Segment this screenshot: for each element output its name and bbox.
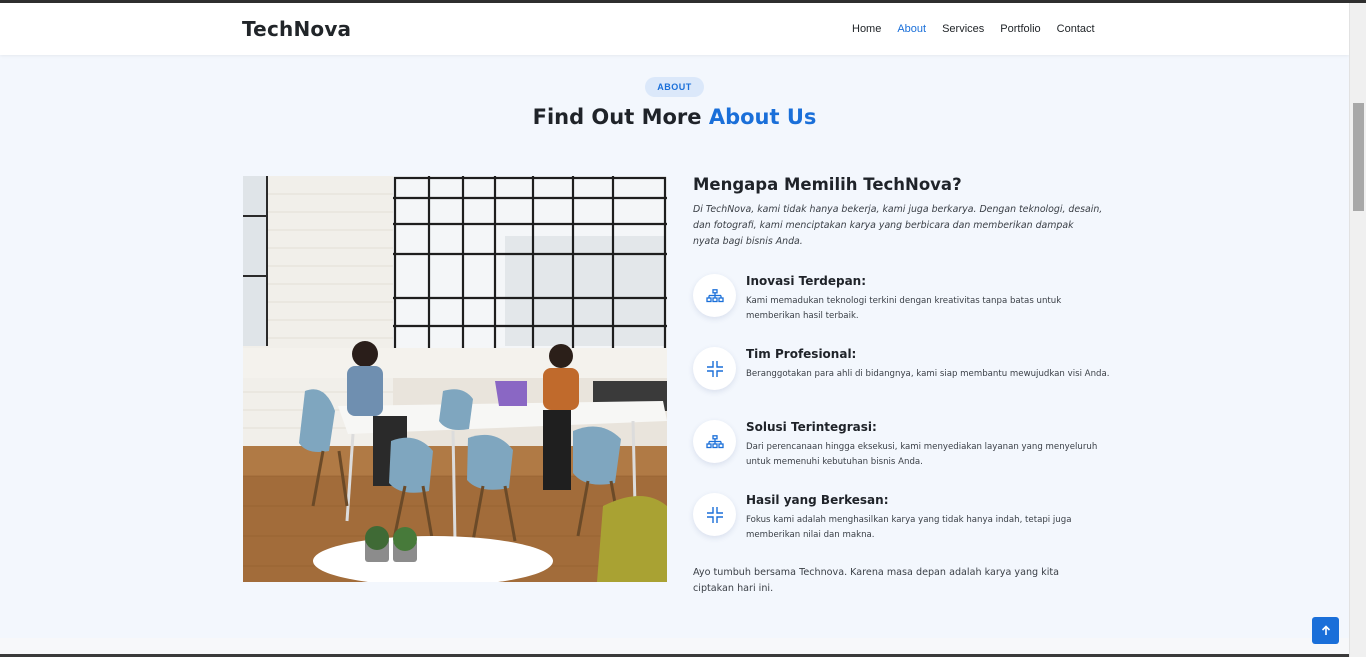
feature-title: Inovasi Terdepan:: [746, 274, 867, 288]
section-badge: ABOUT: [645, 77, 704, 97]
brand-logo[interactable]: TechNova: [242, 17, 351, 41]
feature-title: Tim Profesional:: [746, 347, 857, 361]
nav-link-portfolio[interactable]: Portfolio: [1000, 23, 1040, 35]
compress-icon: [693, 493, 736, 536]
section-title-accent: About Us: [708, 105, 817, 129]
office-photo: [243, 176, 667, 582]
feature-item-inovasi: Inovasi Terdepan: Kami memadukan teknolo…: [693, 274, 1113, 334]
feature-title: Solusi Terintegrasi:: [746, 420, 877, 434]
feature-desc: Fokus kami adalah menghasilkan karya yan…: [746, 515, 1072, 540]
scrollbar-thumb[interactable]: [1353, 103, 1364, 211]
about-heading: Mengapa Memilih TechNova?: [693, 175, 962, 194]
about-outro: Ayo tumbuh bersama Technova. Karena masa…: [693, 567, 1060, 594]
nav-link-services[interactable]: Services: [942, 23, 984, 35]
feature-desc: Kami memadukan teknologi terkini dengan …: [746, 296, 1062, 321]
back-to-top-button[interactable]: [1312, 617, 1339, 644]
nav-link-about[interactable]: About: [897, 23, 926, 35]
feature-item-tim: Tim Profesional: Beranggotakan para ahli…: [693, 347, 1113, 407]
navbar: TechNova Home About Services Portfolio C…: [0, 3, 1349, 55]
section-title-plain: Find Out More: [532, 105, 709, 129]
nav-link-contact[interactable]: Contact: [1057, 23, 1095, 35]
feature-item-hasil: Hasil yang Berkesan: Fokus kami adalah m…: [693, 493, 1113, 553]
feature-item-solusi: Solusi Terintegrasi: Dari perencanaan hi…: [693, 420, 1113, 480]
diagram-icon: [693, 420, 736, 463]
section-title: Find Out More About Us: [0, 105, 1349, 129]
diagram-icon: [693, 274, 736, 317]
about-intro: Di TechNova, kami tidak hanya bekerja, k…: [693, 204, 1103, 247]
page-scrollbar[interactable]: [1349, 3, 1366, 657]
nav-menu: Home About Services Portfolio Contact: [852, 23, 1111, 35]
feature-title: Hasil yang Berkesan:: [746, 493, 889, 507]
feature-desc: Dari perencanaan hingga eksekusi, kami m…: [746, 442, 1098, 467]
compress-icon: [693, 347, 736, 390]
nav-link-home[interactable]: Home: [852, 23, 881, 35]
arrow-up-icon: [1321, 625, 1330, 635]
feature-desc: Beranggotakan para ahli di bidangnya, ka…: [746, 369, 1110, 379]
